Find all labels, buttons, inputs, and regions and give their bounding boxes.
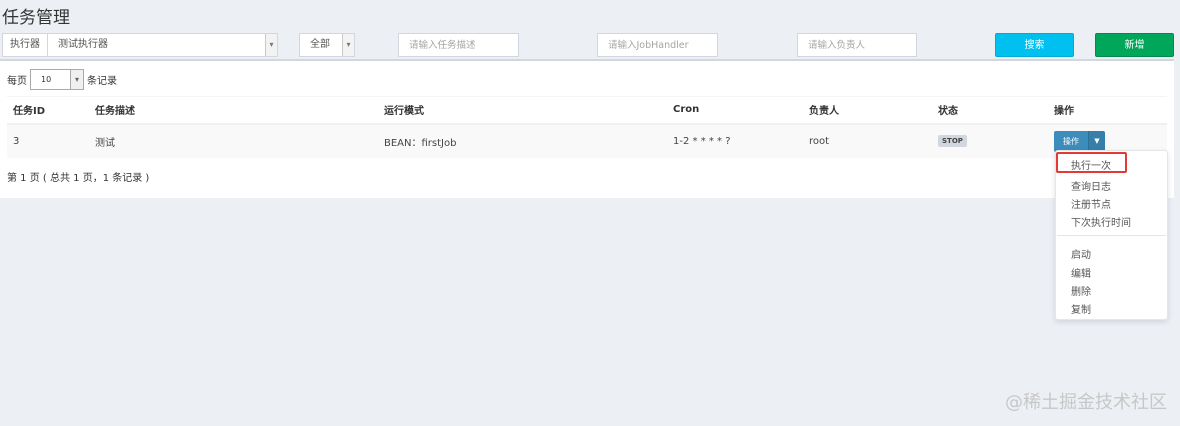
col-header-desc[interactable]: 任务描述 xyxy=(89,96,378,125)
executor-filter: 执行器 测试执行器 ▾ xyxy=(2,33,278,57)
pagination-info: 第 1 页 ( 总共 1 页，1 条记录 ) xyxy=(7,173,150,184)
status-badge: STOP xyxy=(938,135,967,147)
cell-desc: 测试 xyxy=(89,123,378,158)
job-desc-input[interactable] xyxy=(398,33,519,57)
page-title: 任务管理 xyxy=(2,8,70,28)
executor-select-value: 测试执行器 xyxy=(58,39,108,50)
menu-item-registry-nodes[interactable]: 注册节点 xyxy=(1071,196,1111,211)
chevron-down-icon: ▾ xyxy=(265,34,277,56)
menu-divider xyxy=(1057,235,1166,236)
chevron-down-icon: ▾ xyxy=(342,34,354,56)
executor-select[interactable]: 测试执行器 ▾ xyxy=(48,33,278,57)
caret-down-icon[interactable]: ▼ xyxy=(1088,130,1105,152)
status-filter: 全部 ▾ xyxy=(299,33,355,57)
menu-item-edit[interactable]: 编辑 xyxy=(1071,265,1091,280)
job-table: 任务ID 任务描述 运行模式 Cron 负责人 状态 操作 3 测试 BEAN：… xyxy=(7,96,1167,158)
executor-label: 执行器 xyxy=(2,33,48,57)
table-row: 3 测试 BEAN：firstJob 1-2 * * * * ? root ST… xyxy=(7,123,1167,158)
operate-button-group: 操作 ▼ xyxy=(1054,130,1105,152)
status-select-value: 全部 xyxy=(310,39,330,50)
page-length-select[interactable]: 10 ▾ xyxy=(30,69,84,90)
operate-dropdown-menu: 执行一次 查询日志 注册节点 下次执行时间 启动 编辑 删除 复制 xyxy=(1055,150,1168,320)
page-length-control: 每页 10 ▾ 条记录 xyxy=(7,69,117,90)
status-select[interactable]: 全部 ▾ xyxy=(299,33,355,57)
cell-owner: root xyxy=(803,123,932,158)
search-button[interactable]: 搜索 xyxy=(995,33,1074,57)
col-header-actions: 操作 xyxy=(1048,96,1167,125)
page-length-value: 10 xyxy=(41,75,52,84)
table-header-row: 任务ID 任务描述 运行模式 Cron 负责人 状态 操作 xyxy=(7,96,1167,125)
filter-bar: 执行器 测试执行器 ▾ 全部 ▾ 搜索 新增 xyxy=(0,33,1180,59)
chevron-down-icon: ▾ xyxy=(70,70,83,89)
menu-item-query-log[interactable]: 查询日志 xyxy=(1071,178,1111,193)
col-header-status[interactable]: 状态 xyxy=(932,96,1048,125)
cell-cron: 1-2 * * * * ? xyxy=(667,123,803,158)
col-header-owner[interactable]: 负责人 xyxy=(803,96,932,125)
job-handler-input[interactable] xyxy=(597,33,718,57)
menu-item-copy[interactable]: 复制 xyxy=(1071,301,1091,316)
owner-input[interactable] xyxy=(797,33,917,57)
col-header-id[interactable]: 任务ID xyxy=(7,96,89,125)
page-length-suffix: 条记录 xyxy=(87,76,117,87)
cell-id: 3 xyxy=(7,123,89,158)
cell-mode: BEAN：firstJob xyxy=(378,123,667,158)
col-header-cron[interactable]: Cron xyxy=(667,96,803,125)
col-header-mode[interactable]: 运行模式 xyxy=(378,96,667,125)
page-length-prefix: 每页 xyxy=(7,76,27,87)
watermark: @稀土掘金技术社区 xyxy=(1005,392,1167,413)
operate-button[interactable]: 操作 xyxy=(1054,130,1088,152)
highlight-annotation xyxy=(1056,152,1127,173)
cell-status: STOP xyxy=(932,123,1048,158)
menu-item-start[interactable]: 启动 xyxy=(1071,246,1091,261)
menu-item-next-trigger-time[interactable]: 下次执行时间 xyxy=(1071,214,1131,229)
menu-item-delete[interactable]: 删除 xyxy=(1071,283,1091,298)
add-button[interactable]: 新增 xyxy=(1095,33,1174,57)
job-list-panel: 每页 10 ▾ 条记录 任务ID 任务描述 运行模式 Cron 负责人 状态 操… xyxy=(0,59,1174,198)
